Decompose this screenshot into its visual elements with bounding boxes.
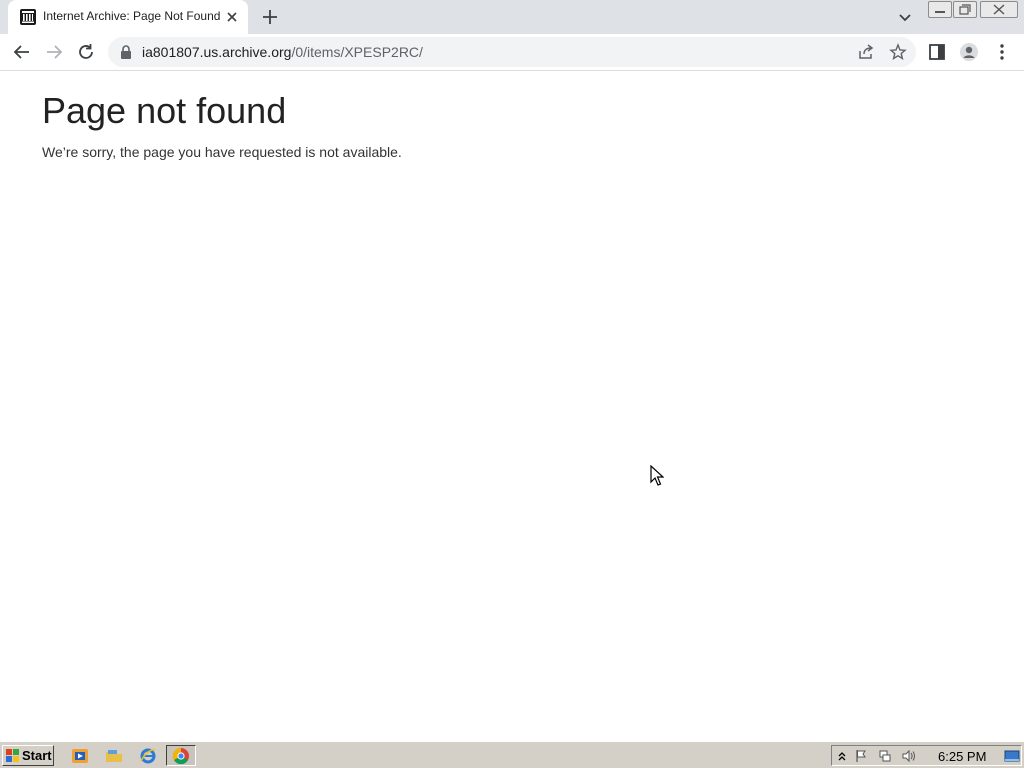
error-message: We’re sorry, the page you have requested…: [42, 144, 402, 160]
url-path: /0/items/XPESP2RC/: [291, 44, 423, 60]
media-player-icon[interactable]: [71, 747, 89, 765]
forward-arrow-icon[interactable]: [42, 40, 66, 64]
page-content: Page not found We’re sorry, the page you…: [0, 71, 1024, 741]
show-hidden-icons-icon[interactable]: [835, 749, 849, 763]
mouse-cursor-icon: [650, 464, 665, 487]
windows-logo-icon: [6, 749, 20, 763]
url-text[interactable]: ia801807.us.archive.org/0/items/XPESP2RC…: [142, 44, 423, 60]
back-arrow-icon[interactable]: [10, 40, 34, 64]
url-host: ia801807.us.archive.org: [142, 44, 292, 60]
menu-dots-icon[interactable]: [992, 42, 1012, 62]
internet-archive-icon: [20, 9, 36, 25]
volume-icon[interactable]: [902, 749, 916, 763]
share-icon[interactable]: [857, 43, 875, 61]
start-button[interactable]: Start: [2, 745, 54, 766]
new-tab-icon[interactable]: [259, 6, 281, 28]
folder-icon[interactable]: [105, 747, 123, 765]
tab-strip: Internet Archive: Page Not Found: [0, 0, 1024, 34]
side-panel-icon[interactable]: [927, 42, 947, 62]
page-title: Page not found: [42, 90, 287, 131]
restore-button[interactable]: [953, 1, 977, 18]
network-icon[interactable]: [878, 749, 892, 763]
minimize-button[interactable]: [928, 1, 952, 18]
flag-icon[interactable]: [854, 749, 868, 763]
taskbar-clock[interactable]: 6:25 PM: [938, 749, 986, 764]
start-label: Start: [22, 748, 52, 763]
system-tray: 6:25 PM: [831, 745, 1022, 766]
close-tab-icon[interactable]: [223, 8, 241, 26]
chrome-taskbar-button[interactable]: [166, 745, 196, 766]
reload-icon[interactable]: [74, 40, 98, 64]
show-desktop-icon[interactable]: [1004, 749, 1020, 763]
star-icon[interactable]: [889, 43, 907, 61]
internet-explorer-icon[interactable]: [139, 747, 157, 765]
tab-title: Internet Archive: Page Not Found: [43, 9, 221, 23]
address-bar[interactable]: ia801807.us.archive.org/0/items/XPESP2RC…: [108, 37, 916, 67]
profile-avatar-icon[interactable]: [959, 42, 979, 62]
browser-toolbar: ia801807.us.archive.org/0/items/XPESP2RC…: [0, 34, 1024, 71]
close-window-button[interactable]: [980, 1, 1018, 18]
chevron-down-icon[interactable]: [896, 8, 914, 26]
lock-icon[interactable]: [120, 45, 132, 59]
chrome-icon: [172, 747, 190, 765]
browser-tab[interactable]: Internet Archive: Page Not Found: [8, 0, 248, 34]
taskbar: Start 6:25 PM: [0, 741, 1024, 768]
